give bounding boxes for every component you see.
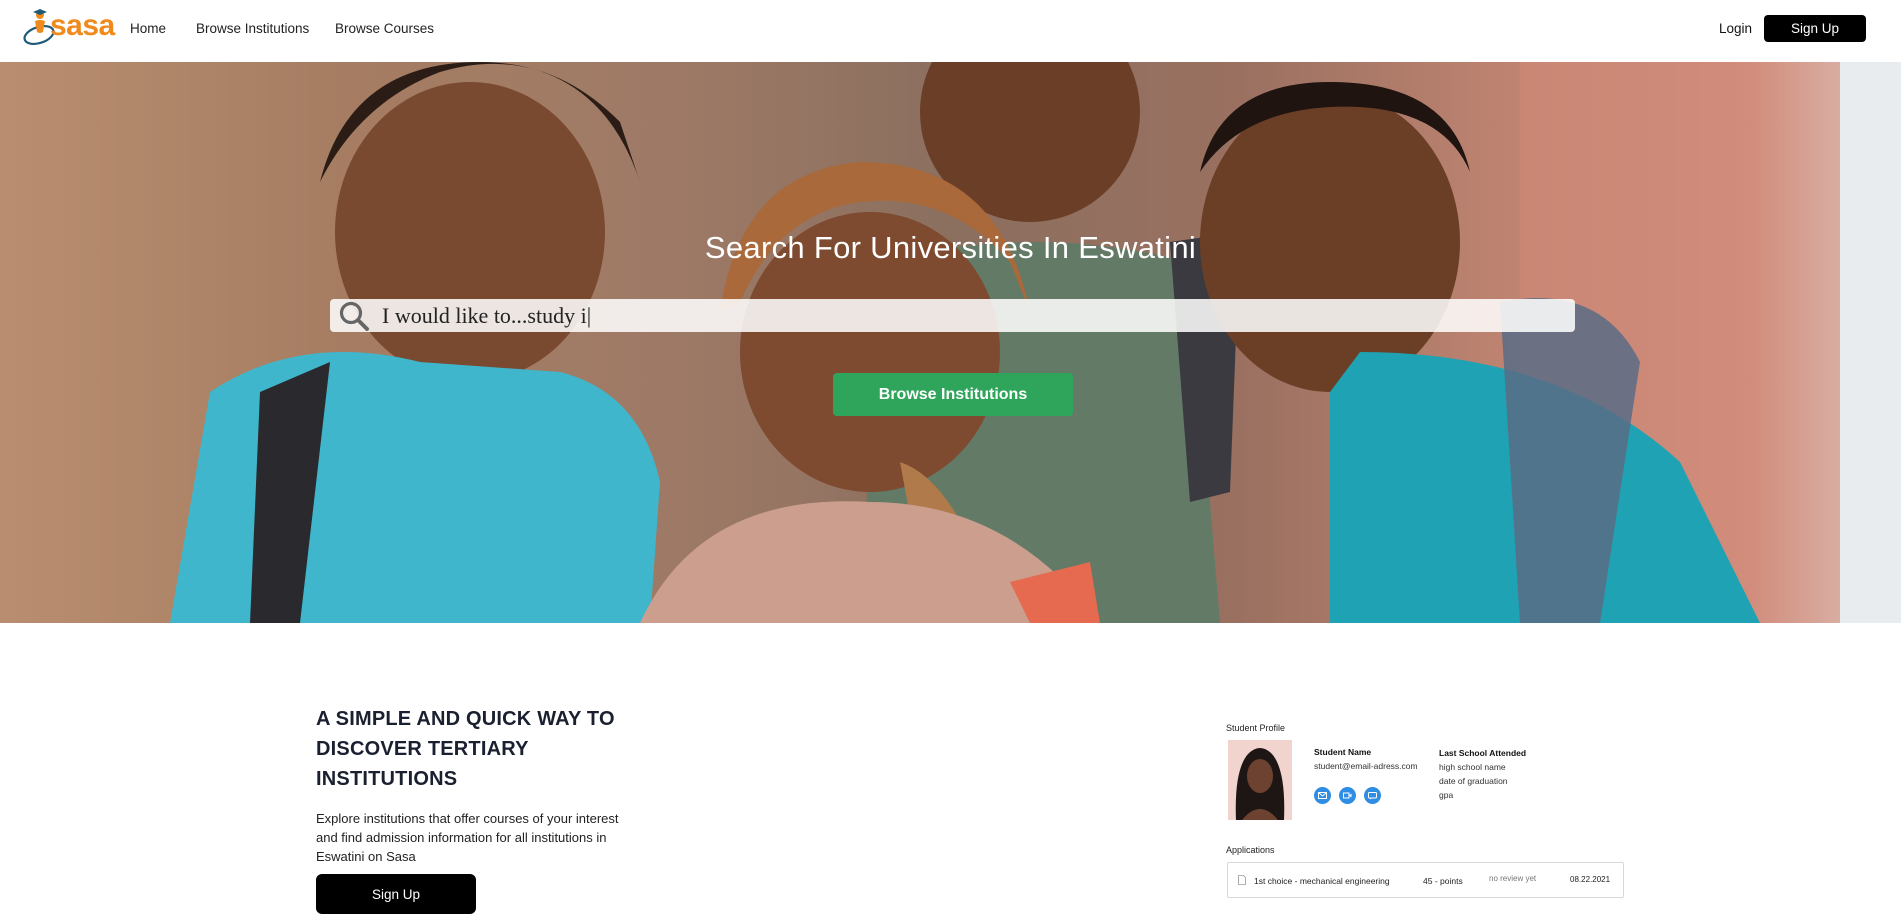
- nav-home[interactable]: Home: [130, 21, 166, 36]
- mockup-student-email: student@email-adress.com: [1314, 761, 1418, 771]
- mockup-application-points: 45 - points: [1423, 876, 1463, 886]
- nav-browse-courses[interactable]: Browse Courses: [335, 21, 434, 36]
- mockup-gpa: gpa: [1439, 790, 1454, 800]
- mockup-section-title: Student Profile: [1226, 723, 1286, 733]
- login-link[interactable]: Login: [1719, 21, 1752, 36]
- mockup-application-status: no review yet: [1489, 874, 1537, 883]
- search-input[interactable]: [382, 301, 1562, 330]
- hero-banner: Search For Universities In Eswatini Brow…: [0, 62, 1901, 623]
- mail-icon: [1314, 787, 1331, 804]
- student-photo: [1228, 740, 1292, 820]
- info-signup-button[interactable]: Sign Up: [316, 874, 476, 914]
- mockup-school-name: high school name: [1439, 762, 1506, 772]
- hero-students-photo: [170, 62, 1901, 623]
- mockup-application-row: 1st choice - mechanical engineering 45 -…: [1227, 862, 1624, 898]
- mockup-graduation-date: date of graduation: [1439, 776, 1508, 786]
- browse-institutions-button[interactable]: Browse Institutions: [833, 373, 1073, 416]
- search-icon: [339, 301, 369, 331]
- video-icon: [1339, 787, 1356, 804]
- sasa-logo[interactable]: sasa: [22, 8, 115, 48]
- mockup-student-name: Student Name: [1314, 747, 1372, 757]
- mockup-applications-title: Applications: [1226, 845, 1275, 855]
- document-icon: [1238, 875, 1246, 885]
- info-heading: A SIMPLE AND QUICK WAY TO DISCOVER TERTI…: [316, 708, 615, 790]
- hero-title: Search For Universities In Eswatini: [704, 230, 1197, 265]
- mockup-contact-icons: [1314, 787, 1381, 804]
- mockup-application-date: 08.22.2021: [1570, 875, 1611, 884]
- search-bar[interactable]: [330, 299, 1575, 332]
- nav-browse-institutions[interactable]: Browse Institutions: [196, 21, 309, 36]
- chat-icon: [1364, 787, 1381, 804]
- signup-button[interactable]: Sign Up: [1764, 15, 1866, 42]
- mockup-application-choice: 1st choice - mechanical engineering: [1254, 876, 1390, 886]
- logo-text: sasa: [50, 9, 115, 42]
- info-description: Explore institutions that offer courses …: [316, 811, 619, 864]
- top-navbar: sasa Home Browse Institutions Browse Cou…: [0, 0, 1901, 62]
- mockup-school-heading: Last School Attended: [1439, 748, 1527, 758]
